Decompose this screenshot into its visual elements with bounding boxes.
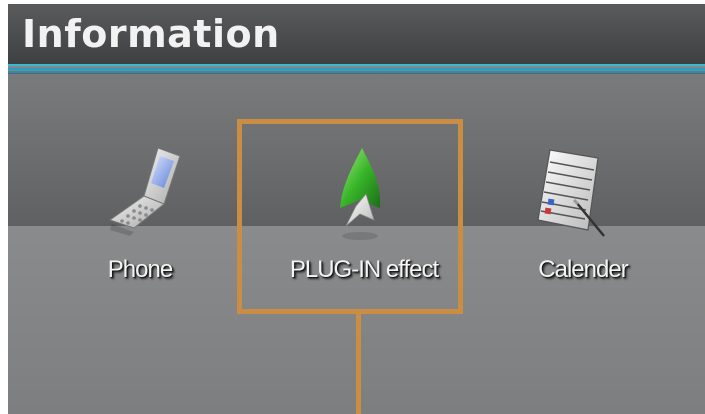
- phone-menu-item[interactable]: [100, 142, 190, 246]
- calendar-icon: [537, 149, 605, 237]
- page-title: Information: [22, 12, 280, 56]
- phone-icon: [108, 147, 181, 236]
- callout-leader-line: [356, 314, 361, 414]
- header-divider: [8, 64, 705, 73]
- selection-highlight-box: [237, 119, 463, 314]
- calendar-label: Calender: [538, 256, 628, 283]
- phone-label: Phone: [107, 256, 173, 283]
- calendar-menu-item[interactable]: [528, 144, 618, 248]
- title-bar: Information: [8, 4, 705, 64]
